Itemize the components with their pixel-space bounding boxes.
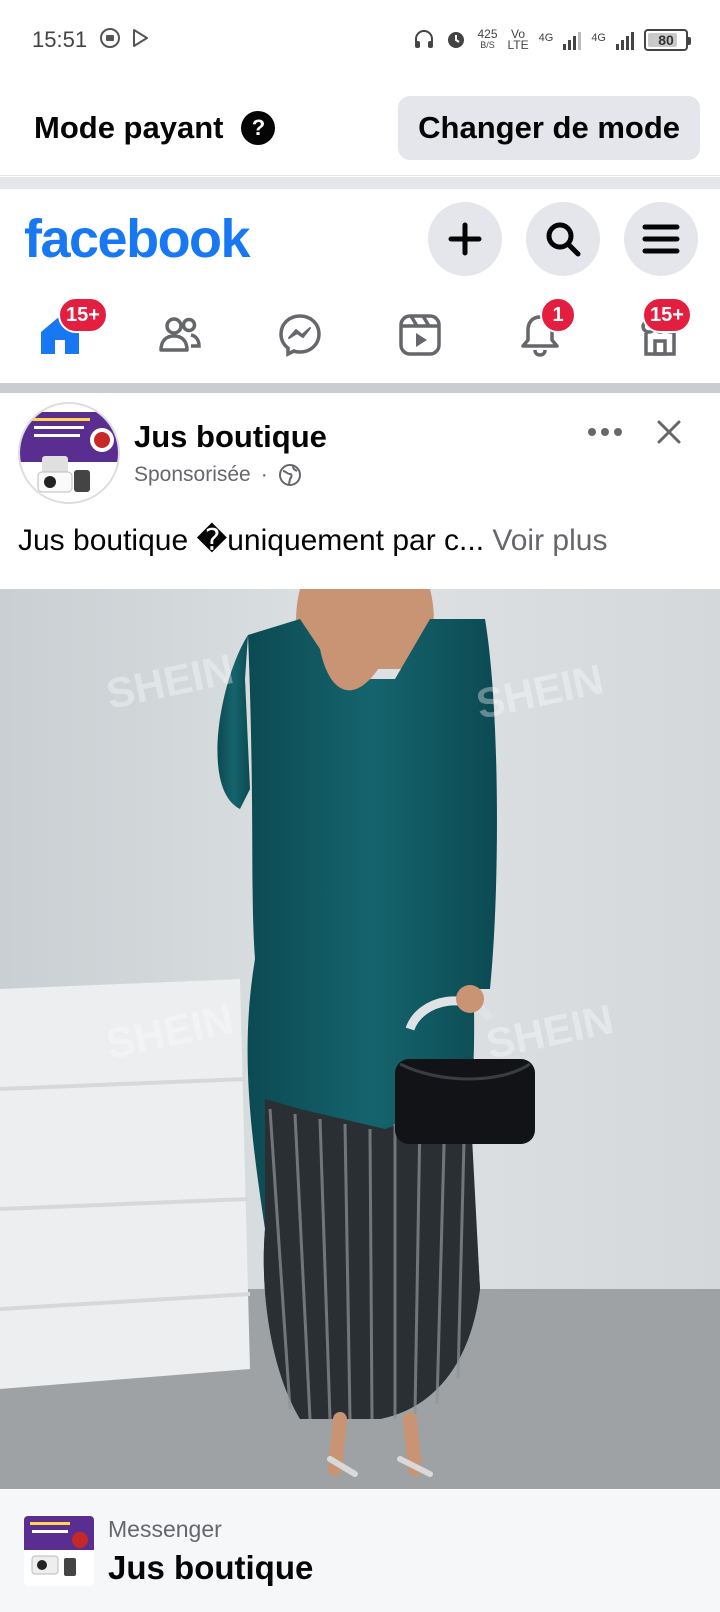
tab-friends[interactable] <box>120 289 240 381</box>
notifications-badge: 1 <box>540 297 576 333</box>
post-header: Jus boutique Sponsorisée · <box>0 393 720 513</box>
tab-video[interactable] <box>360 289 480 381</box>
post-author[interactable]: Jus boutique <box>134 419 327 455</box>
close-icon[interactable] <box>656 419 682 445</box>
sponsored-post: Jus boutique Sponsorisée · Jus boutique … <box>0 393 720 1489</box>
change-mode-button[interactable]: Changer de mode <box>398 95 700 160</box>
battery-icon: 80 <box>644 29 691 51</box>
post-actions <box>588 419 682 445</box>
status-time: 15:51 <box>32 27 88 52</box>
signal2-bars-icon <box>616 30 634 50</box>
messenger-page-thumbnail <box>24 1516 94 1586</box>
create-button[interactable] <box>428 202 502 276</box>
status-bar: 15:51 425 B/S Vo LTE 4G 4G 80 <box>0 0 720 80</box>
plus-icon <box>448 222 482 256</box>
facebook-logo: facebook <box>24 209 251 269</box>
dress-photo: SHEIN SHEIN SHEIN SHEIN <box>0 589 720 1489</box>
home-badge: 15+ <box>58 297 108 333</box>
thumbnail-image <box>24 1516 94 1586</box>
help-icon[interactable]: ? <box>241 110 276 145</box>
section-divider <box>0 177 720 189</box>
messenger-page-name: Jus boutique <box>108 1548 314 1586</box>
mode-bar: Mode payant ? Changer de mode <box>0 80 720 176</box>
avatar-image <box>20 404 118 502</box>
video-icon <box>399 314 441 356</box>
hamburger-icon <box>642 224 680 254</box>
globe-icon <box>278 464 301 486</box>
friends-icon <box>159 317 201 352</box>
post-text-body: Jus boutique �uniquement par c... <box>18 524 485 557</box>
see-more-link[interactable]: Voir plus <box>492 524 607 557</box>
post-meta: Jus boutique Sponsorisée · <box>134 419 327 487</box>
post-text: Jus boutique �uniquement par c... Voir p… <box>0 513 720 583</box>
messenger-cta[interactable]: Messenger Jus boutique <box>0 1490 720 1612</box>
header-actions <box>428 202 698 276</box>
meta-separator: · <box>260 463 268 486</box>
page-avatar[interactable] <box>18 402 120 504</box>
post-image[interactable]: SHEIN SHEIN SHEIN SHEIN <box>0 589 720 1489</box>
marketplace-badge: 15+ <box>642 297 692 333</box>
tab-marketplace[interactable]: 15+ <box>600 289 720 381</box>
nav-tabs: 15+ 1 15+ <box>0 289 720 381</box>
more-options-icon[interactable] <box>588 428 622 436</box>
headphones-icon <box>413 28 435 53</box>
tab-notifications[interactable]: 1 <box>480 289 600 381</box>
signal2-label: 4G <box>591 31 606 44</box>
mode-title: Mode payant <box>34 109 224 145</box>
messenger-icon <box>279 314 321 357</box>
alarm-icon <box>445 28 467 53</box>
screen-record-icon <box>99 27 121 54</box>
play-store-icon <box>129 27 151 54</box>
feed-divider <box>0 383 720 393</box>
net-speed: 425 B/S <box>477 27 498 50</box>
messenger-label: Messenger <box>108 1515 222 1542</box>
volte-indicator: Vo LTE <box>507 27 529 52</box>
sponsored-label[interactable]: Sponsorisée <box>134 463 251 487</box>
status-right: 425 B/S Vo LTE 4G 4G 80 <box>413 27 691 53</box>
search-icon <box>546 222 581 257</box>
signal1-label: 4G <box>538 31 554 44</box>
signal1-bars-icon <box>563 30 582 50</box>
app-header: facebook <box>0 189 720 289</box>
battery-level: 80 <box>658 32 674 48</box>
search-button[interactable] <box>526 202 600 276</box>
menu-button[interactable] <box>624 202 698 276</box>
post-sub: Sponsorisée · <box>134 463 327 487</box>
tab-home[interactable]: 15+ <box>0 289 120 381</box>
status-left-icons <box>99 27 151 54</box>
tab-messenger[interactable] <box>240 289 360 381</box>
messenger-meta: Messenger Jus boutique <box>108 1516 313 1587</box>
